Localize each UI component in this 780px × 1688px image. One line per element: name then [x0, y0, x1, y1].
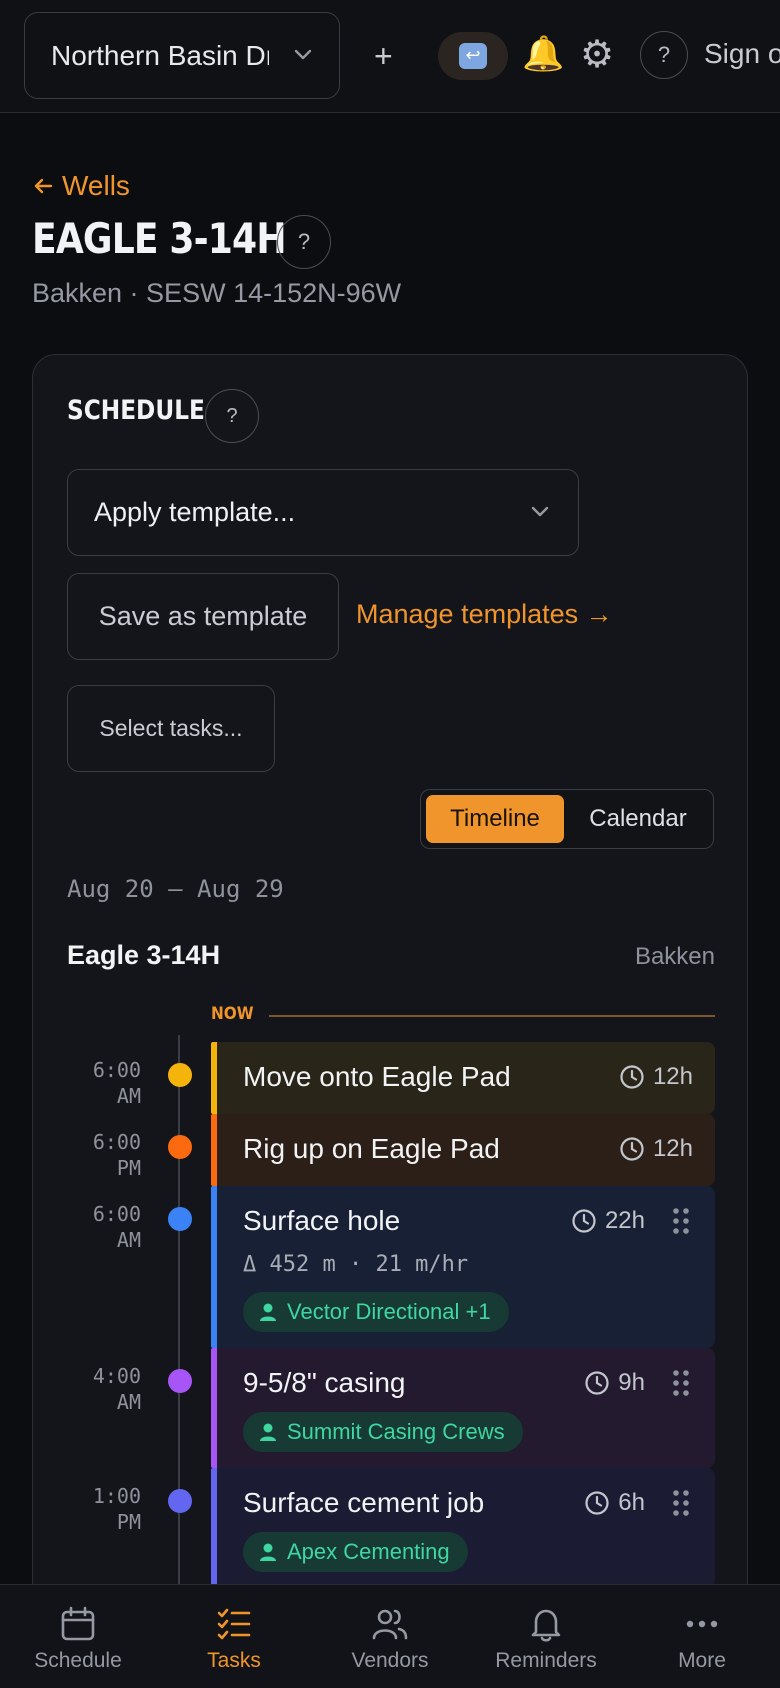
title-help-button[interactable]: ? — [277, 215, 331, 269]
return-icon: ↩ — [459, 43, 487, 69]
timeline-view-tab[interactable]: Timeline — [426, 795, 564, 843]
apply-template-label: Apply template... — [94, 497, 296, 527]
bell-icon — [531, 1609, 561, 1642]
clock-icon — [620, 1137, 644, 1161]
vendor-chip[interactable]: Apex Cementing — [243, 1532, 468, 1572]
help-button[interactable]: ? — [640, 31, 688, 79]
nav-vendors[interactable]: Vendors — [312, 1585, 468, 1688]
apply-template-select[interactable]: Apply template... — [67, 469, 579, 556]
task-card[interactable]: Rig up on Eagle Pad 12h — [211, 1114, 715, 1186]
nav-more[interactable]: More — [624, 1585, 780, 1688]
notifications-bell-icon[interactable]: 🔔 — [522, 34, 564, 74]
task-card[interactable]: 9-5/8" casing 9h Summit Casing Crews — [211, 1348, 715, 1468]
timeline-group-name: Eagle 3-14H — [67, 940, 221, 970]
back-to-wells-link[interactable]: Wells — [32, 170, 130, 202]
back-link-label: Wells — [62, 170, 130, 201]
chevron-down-icon — [531, 506, 549, 517]
task-status-dot — [168, 1369, 192, 1393]
nav-schedule[interactable]: Schedule — [0, 1585, 156, 1688]
task-duration: 12h — [619, 1135, 693, 1163]
task-name: Surface hole — [243, 1205, 401, 1236]
vendor-chip[interactable]: Summit Casing Crews — [243, 1412, 523, 1452]
task-status-dot — [168, 1489, 192, 1513]
task-duration: 6h — [584, 1489, 645, 1517]
bottom-navigation: Schedule Tasks Vendors Reminders More — [0, 1584, 780, 1688]
task-card[interactable]: Surface hole 22h Δ 452 m · 21 m/hr Vecto… — [211, 1186, 715, 1348]
task-status-dot — [168, 1207, 192, 1231]
schedule-help-button[interactable]: ? — [205, 389, 259, 443]
vendor-chip[interactable]: Vector Directional +1 — [243, 1292, 509, 1332]
task-card[interactable]: Surface cement job 6h Apex Cementing — [211, 1468, 715, 1588]
organization-select-value: Northern Basin Drilling — [51, 39, 269, 71]
well-location-subtitle: Bakken · SESW 14-152N-96W — [32, 278, 402, 308]
task-duration: 9h — [584, 1369, 645, 1397]
gear-icon[interactable]: ⚙ — [580, 32, 614, 76]
arrow-left-icon — [34, 178, 53, 194]
task-name: 9-5/8" casing — [243, 1367, 406, 1398]
task-time: 6:00 AM — [92, 1202, 141, 1252]
nav-label: Tasks — [207, 1649, 261, 1672]
return-button[interactable]: ↩ — [438, 32, 508, 80]
person-icon — [260, 1303, 276, 1321]
nav-label: Vendors — [351, 1649, 429, 1672]
task-name: Rig up on Eagle Pad — [243, 1133, 500, 1164]
nav-reminders[interactable]: Reminders — [468, 1585, 624, 1688]
task-progress-meta: Δ 452 m · 21 m/hr — [243, 1252, 469, 1277]
task-time: 1:00 PM — [92, 1484, 141, 1534]
manage-templates-link[interactable]: Manage templates → — [356, 599, 613, 630]
task-name: Surface cement job — [243, 1487, 485, 1518]
schedule-heading: SCHEDULE — [67, 395, 205, 426]
view-toggle: Timeline Calendar — [420, 789, 714, 849]
nav-tasks[interactable]: Tasks — [156, 1585, 312, 1688]
calendar-icon — [61, 1606, 95, 1641]
timeline-group-region: Bakken — [634, 943, 715, 970]
task-duration: 12h — [619, 1063, 693, 1091]
clock-icon — [572, 1209, 596, 1233]
nav-label: Reminders — [495, 1649, 597, 1672]
task-time: 6:00 PM — [92, 1130, 141, 1180]
clock-icon — [585, 1491, 609, 1515]
save-as-template-button[interactable]: Save as template — [67, 573, 339, 660]
clock-icon — [585, 1371, 609, 1395]
more-icon — [686, 1620, 718, 1628]
drag-handle-icon[interactable] — [671, 1206, 691, 1236]
drag-handle-icon[interactable] — [671, 1368, 691, 1398]
task-name: Move onto Eagle Pad — [243, 1061, 511, 1092]
date-range: Aug 20 – Aug 29 — [67, 875, 284, 903]
task-status-dot — [168, 1135, 192, 1159]
select-tasks-button[interactable]: Select tasks... — [67, 685, 275, 772]
calendar-view-tab[interactable]: Calendar — [567, 795, 709, 843]
drag-handle-icon[interactable] — [671, 1488, 691, 1518]
task-time: 6:00 AM — [92, 1058, 141, 1108]
users-icon — [372, 1609, 408, 1640]
schedule-card: SCHEDULE ? Apply template... Save as tem… — [32, 354, 748, 1688]
sign-out-link[interactable]: Sign out — [704, 38, 780, 70]
task-duration: 22h — [571, 1207, 645, 1235]
task-card[interactable]: Move onto Eagle Pad 12h — [211, 1042, 715, 1114]
page-title: EAGLE 3-14H — [32, 214, 287, 263]
chevron-down-icon — [294, 49, 312, 60]
now-marker-line — [269, 1015, 715, 1017]
now-marker-label: NOW — [211, 1004, 254, 1024]
nav-label: More — [678, 1649, 726, 1672]
clock-icon — [620, 1065, 644, 1089]
organization-select[interactable]: Northern Basin Drilling — [24, 12, 340, 99]
person-icon — [260, 1423, 276, 1441]
person-icon — [260, 1543, 276, 1561]
top-bar: Northern Basin Drilling + ↩ 🔔 ⚙ ? Sign o… — [0, 0, 780, 113]
task-status-dot — [168, 1063, 192, 1087]
nav-label: Schedule — [34, 1649, 122, 1672]
add-button[interactable]: + — [374, 36, 393, 76]
task-time: 4:00 AM — [92, 1364, 141, 1414]
tasks-icon — [217, 1608, 251, 1640]
